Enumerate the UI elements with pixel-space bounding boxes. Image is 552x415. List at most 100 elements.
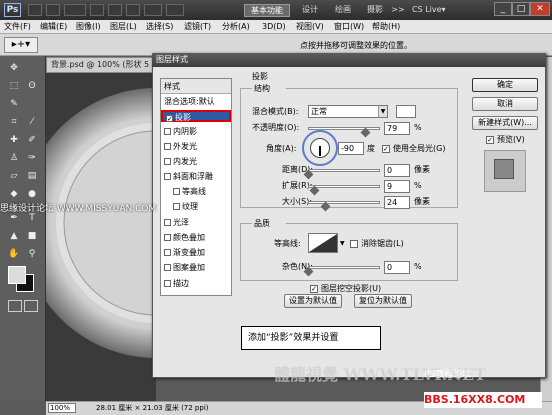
workspace-design[interactable]: 设计 xyxy=(296,4,324,17)
checkbox-icon[interactable] xyxy=(164,234,171,241)
set-default-button[interactable]: 设置为默认值 xyxy=(284,294,342,308)
spread-input[interactable]: 9 xyxy=(384,180,410,193)
zoom-field[interactable]: 100% xyxy=(48,403,76,413)
document-tab[interactable]: 背景.psd @ 100% (形状 5 xyxy=(46,57,162,73)
menu-image[interactable]: 图像(I) xyxy=(76,21,101,33)
gradient-tool-icon[interactable]: ▤ xyxy=(26,170,38,182)
healing-brush-icon[interactable]: ✚ xyxy=(8,134,20,146)
foreground-color-swatch[interactable] xyxy=(8,266,26,284)
maximize-button[interactable]: □ xyxy=(512,2,530,16)
checkbox-icon[interactable] xyxy=(164,143,171,150)
menu-select[interactable]: 选择(S) xyxy=(146,21,173,33)
menu-filter[interactable]: 滤镜(T) xyxy=(184,21,211,33)
checkbox-icon[interactable] xyxy=(164,249,171,256)
screen-mode-icon[interactable] xyxy=(166,4,184,16)
knockout-checkbox[interactable]: ✓ xyxy=(310,285,318,293)
marquee-tool-icon[interactable]: ⬚ xyxy=(8,80,20,92)
styles-header[interactable]: 样式 xyxy=(161,79,231,94)
style-drop-shadow[interactable]: ✓ 投影 xyxy=(161,110,231,123)
style-stroke[interactable]: 描边 xyxy=(161,278,231,290)
global-light-checkbox[interactable]: ✓ xyxy=(382,145,390,153)
menu-window[interactable]: 窗口(W) xyxy=(334,21,364,33)
shadow-color-swatch[interactable] xyxy=(396,105,416,118)
distance-input[interactable]: 0 xyxy=(384,164,410,177)
style-texture[interactable]: 纹理 xyxy=(161,201,231,213)
style-blending-options[interactable]: 混合选项:默认 xyxy=(161,96,231,108)
history-brush-icon[interactable]: ✑ xyxy=(26,152,38,164)
style-satin[interactable]: 光泽 xyxy=(161,217,231,229)
checkbox-icon[interactable] xyxy=(164,173,171,180)
antialias-checkbox[interactable] xyxy=(350,240,358,248)
style-gradient-overlay[interactable]: 渐变叠加 xyxy=(161,247,231,259)
checkbox-icon[interactable] xyxy=(164,219,171,226)
brush-tool-icon[interactable]: ✐ xyxy=(26,134,38,146)
size-slider[interactable] xyxy=(308,201,380,204)
contour-picker[interactable] xyxy=(308,233,338,253)
quick-mask-icon[interactable] xyxy=(8,300,22,312)
checkbox-icon[interactable] xyxy=(164,264,171,271)
quick-select-tool-icon[interactable]: ✎ xyxy=(8,98,20,110)
tool-preset-picker[interactable]: ▸+▾ xyxy=(4,37,38,53)
menu-analysis[interactable]: 分析(A) xyxy=(222,21,250,33)
style-inner-glow[interactable]: 内发光 xyxy=(161,156,231,168)
angle-input[interactable]: -90 xyxy=(338,142,364,155)
spread-slider[interactable] xyxy=(308,185,380,188)
style-pattern-overlay[interactable]: 图案叠加 xyxy=(161,262,231,274)
eyedropper-tool-icon[interactable]: ⁄ xyxy=(26,116,38,128)
move-tool-icon[interactable]: ✥ xyxy=(8,62,20,74)
zoom-tool-icon[interactable]: ⚲ xyxy=(26,248,38,260)
screen-mode-icon[interactable] xyxy=(24,300,38,312)
hand-tool-icon[interactable]: ✋ xyxy=(8,248,20,260)
style-bevel-emboss[interactable]: 斜面和浮雕 xyxy=(161,171,231,183)
shape-tool-icon[interactable]: ■ xyxy=(26,230,38,242)
cancel-button[interactable]: 取消 xyxy=(472,97,538,111)
clone-stamp-icon[interactable]: ♙ xyxy=(8,152,20,164)
blur-tool-icon[interactable]: ◆ xyxy=(8,188,20,200)
workspace-more[interactable]: >> xyxy=(390,4,406,17)
chevron-down-icon[interactable]: ▼ xyxy=(340,238,348,250)
crop-tool-icon[interactable]: ⌗ xyxy=(8,116,20,128)
style-color-overlay[interactable]: 颜色叠加 xyxy=(161,232,231,244)
checkbox-icon[interactable] xyxy=(173,203,180,210)
workspace-photography[interactable]: 摄影 xyxy=(362,4,388,17)
style-outer-glow[interactable]: 外发光 xyxy=(161,141,231,153)
style-inner-shadow[interactable]: 内阴影 xyxy=(161,126,231,138)
dodge-tool-icon[interactable]: ● xyxy=(26,188,38,200)
checkbox-checked-icon[interactable]: ✓ xyxy=(166,115,173,123)
ok-button[interactable]: 确定 xyxy=(472,78,538,92)
size-input[interactable]: 24 xyxy=(384,196,410,209)
blend-mode-select[interactable]: 正常 xyxy=(308,105,388,118)
checkbox-icon[interactable] xyxy=(164,158,171,165)
preview-checkbox[interactable]: ✓ xyxy=(486,136,494,144)
workspace-painting[interactable]: 绘画 xyxy=(330,4,356,17)
eraser-tool-icon[interactable]: ▱ xyxy=(8,170,20,182)
zoom-tool-icon[interactable] xyxy=(108,4,122,16)
workspace-basic[interactable]: 基本功能 xyxy=(244,4,290,17)
noise-slider[interactable] xyxy=(308,266,380,269)
lasso-tool-icon[interactable]: ʘ xyxy=(26,80,38,92)
menu-view[interactable]: 视图(V) xyxy=(296,21,324,33)
minimize-button[interactable]: _ xyxy=(494,2,512,16)
zoom-level-icon[interactable] xyxy=(64,4,86,16)
checkbox-icon[interactable] xyxy=(164,280,171,287)
distance-slider[interactable] xyxy=(308,169,380,172)
path-select-icon[interactable]: ▲ xyxy=(8,230,20,242)
menu-file[interactable]: 文件(F) xyxy=(4,21,31,33)
arrange-documents-icon[interactable] xyxy=(144,4,162,16)
noise-input[interactable]: 0 xyxy=(384,261,410,274)
menu-help[interactable]: 帮助(H) xyxy=(372,21,400,33)
chevron-down-icon[interactable]: ▼ xyxy=(378,106,387,117)
opacity-input[interactable]: 79 xyxy=(384,122,410,135)
minibridge-icon[interactable] xyxy=(46,4,60,16)
rotate-view-icon[interactable] xyxy=(126,4,140,16)
style-contour[interactable]: 等高线 xyxy=(161,186,231,198)
checkbox-icon[interactable] xyxy=(164,128,171,135)
cs-live-button[interactable]: CS Live▾ xyxy=(412,4,462,16)
close-button[interactable]: ✕ xyxy=(530,2,550,16)
menu-3d[interactable]: 3D(D) xyxy=(262,21,286,33)
checkbox-icon[interactable] xyxy=(173,188,180,195)
reset-default-button[interactable]: 复位为默认值 xyxy=(354,294,412,308)
hand-tool-icon[interactable] xyxy=(90,4,104,16)
bridge-icon[interactable] xyxy=(28,4,42,16)
document-canvas[interactable] xyxy=(46,73,156,401)
